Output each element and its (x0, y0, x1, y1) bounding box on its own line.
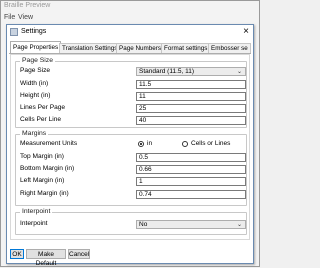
margins-group-title: Margins (20, 130, 49, 137)
app-title: Braille Preview (4, 2, 51, 9)
cells-per-line-label: Cells Per Line (20, 116, 62, 123)
menu-file[interactable]: File (4, 14, 15, 21)
page-size-group: Page Size Page Size Standard (11.5, 11) … (15, 57, 247, 128)
width-label: Width (in) (20, 80, 49, 87)
right-margin-label: Right Margin (in) (20, 190, 69, 197)
ok-button[interactable]: OK (10, 249, 24, 259)
unit-cells-radio[interactable] (182, 141, 188, 147)
lines-per-page-label: Lines Per Page (20, 104, 66, 111)
bottom-margin-field[interactable]: 0.66 (136, 165, 246, 174)
chevron-down-icon: ⌄ (236, 222, 242, 228)
unit-cells-label: Cells or Lines (191, 140, 231, 147)
tab-embosser-settings[interactable]: Embosser se (208, 43, 251, 53)
interpoint-group-title: Interpoint (20, 208, 53, 215)
bottom-margin-label: Bottom Margin (in) (20, 165, 75, 172)
dialog-title: Settings (21, 28, 47, 35)
interpoint-value: No (139, 221, 148, 228)
page-properties-panel: Page Size Page Size Standard (11.5, 11) … (10, 54, 250, 240)
cancel-button[interactable]: Cancel (68, 249, 90, 259)
close-icon[interactable]: × (243, 26, 249, 38)
interpoint-dropdown[interactable]: No ⌄ (136, 220, 246, 229)
page-size-label: Page Size (20, 67, 51, 74)
tab-page-numbers[interactable]: Page Numbers (116, 43, 164, 53)
height-field[interactable]: 11 (136, 92, 246, 101)
height-label: Height (in) (20, 92, 51, 99)
chevron-down-icon: ⌄ (236, 69, 242, 75)
margins-group: Margins Measurement Units in Cells or Li… (15, 130, 247, 206)
menubar: File View (0, 14, 258, 24)
left-margin-field[interactable]: 1 (136, 177, 246, 186)
right-margin-field[interactable]: 0.74 (136, 190, 246, 199)
page-size-value: Standard (11.5, 11) (139, 68, 195, 75)
top-margin-label: Top Margin (in) (20, 153, 64, 160)
unit-in-label: in (147, 140, 153, 147)
tab-page-properties[interactable]: Page Properties (10, 41, 62, 53)
tab-translation-settings[interactable]: Translation Settings (59, 43, 121, 53)
top-margin-field[interactable]: 0.5 (136, 153, 246, 162)
menu-view[interactable]: View (18, 14, 33, 21)
make-default-button[interactable]: Make Default (26, 249, 66, 267)
dialog-titlebar: Settings × (7, 25, 253, 40)
page-size-group-title: Page Size (20, 57, 55, 64)
left-margin-label: Left Margin (in) (20, 177, 65, 184)
cells-per-line-field[interactable]: 40 (136, 116, 246, 125)
settings-window-icon (10, 28, 18, 36)
interpoint-group: Interpoint Interpoint No ⌄ (15, 208, 247, 235)
tab-format-settings[interactable]: Format settings (161, 43, 211, 53)
settings-dialog: Settings × Page Properties Translation S… (6, 24, 254, 267)
width-field[interactable]: 11.5 (136, 80, 246, 89)
lines-per-page-field[interactable]: 25 (136, 104, 246, 113)
page-size-dropdown[interactable]: Standard (11.5, 11) ⌄ (136, 67, 246, 76)
unit-in-radio[interactable] (138, 141, 144, 147)
tab-bar: Page Properties Translation Settings Pag… (9, 41, 251, 54)
measurement-units-label: Measurement Units (20, 140, 78, 147)
interpoint-label: Interpoint (20, 220, 48, 227)
